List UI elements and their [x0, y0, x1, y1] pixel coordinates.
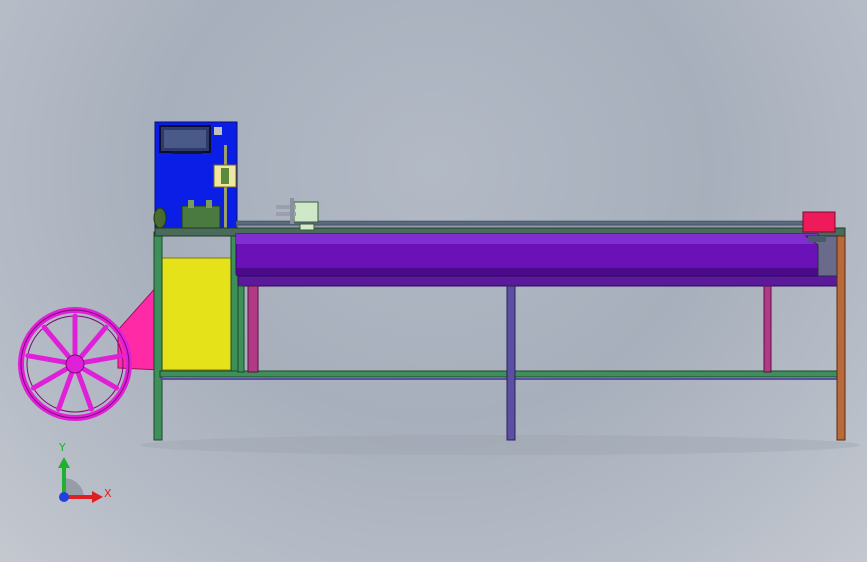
left-leg [153, 231, 163, 441]
wheel-spoke [78, 324, 109, 359]
origin-icon [59, 492, 69, 502]
axis-triad [58, 457, 103, 503]
center-leg [506, 285, 516, 441]
y-axis-label: Y [59, 441, 66, 454]
x-axis-label: X [104, 487, 112, 500]
machine-drawing [18, 121, 860, 503]
wheel-spoke [56, 370, 75, 412]
hand-wheel [18, 307, 132, 421]
wheel-spoke [75, 370, 94, 412]
valve-block [181, 205, 221, 229]
wheel-spoke [81, 366, 120, 391]
wheel-spoke [30, 366, 69, 391]
wheel-spoke [41, 324, 72, 359]
mid-beam [159, 370, 841, 378]
cad-viewport[interactable]: Y X [0, 0, 867, 562]
right-leg [836, 235, 846, 441]
end-block [802, 211, 836, 233]
wheel-spoke [25, 353, 68, 365]
right-inner-leg [763, 285, 772, 373]
wheel-spoke [82, 353, 125, 365]
